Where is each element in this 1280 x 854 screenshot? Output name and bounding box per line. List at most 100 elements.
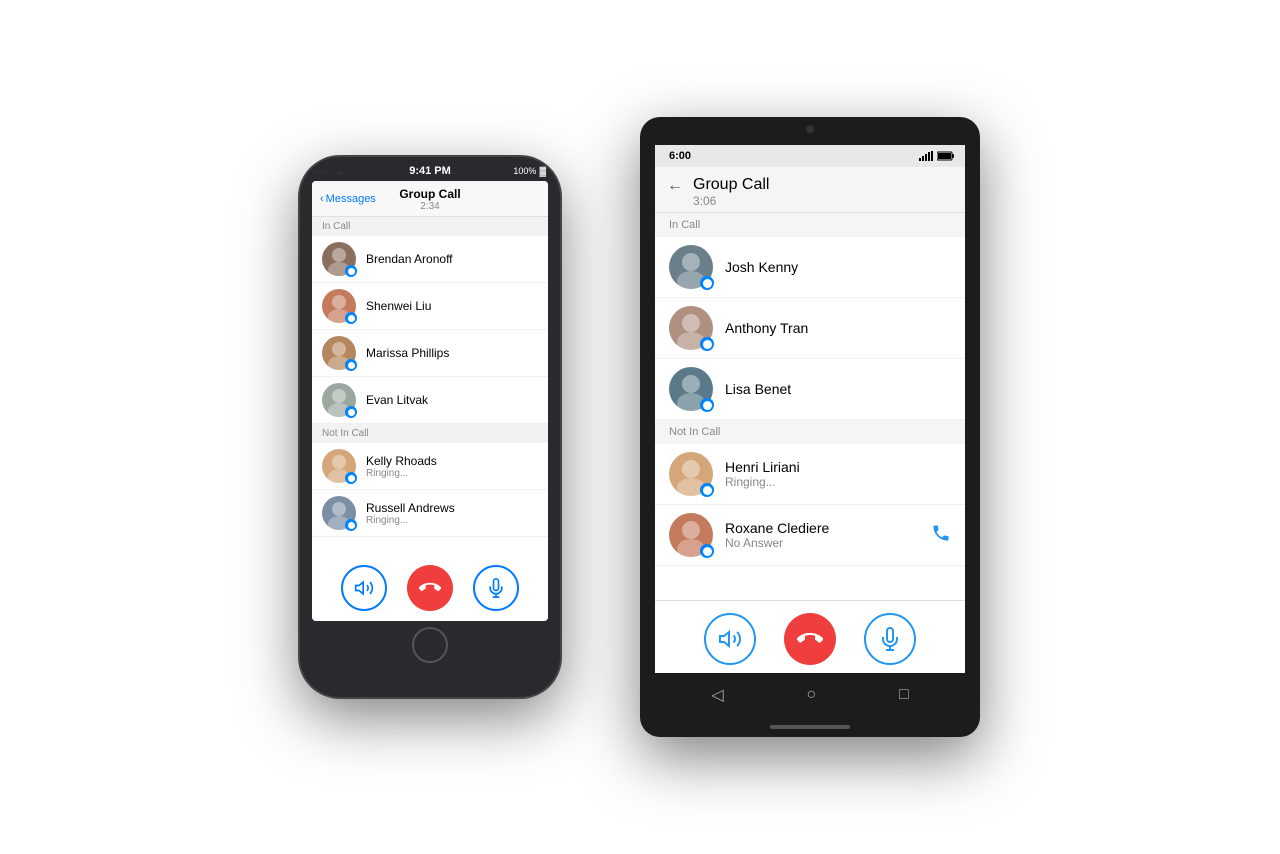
iphone-status-bar: ••••• ☁ 9:41 PM 100% ▓ [300, 157, 560, 181]
android-end-call-button[interactable] [784, 613, 836, 665]
list-item: Kelly Rhoads Ringing... [312, 443, 548, 490]
contact-name: Lisa Benet [725, 381, 791, 397]
list-item: Josh Kenny [655, 237, 965, 298]
contact-status: Ringing... [725, 475, 800, 489]
signal-icon [919, 151, 933, 161]
call-icon[interactable] [931, 523, 951, 548]
messenger-badge [700, 337, 714, 351]
iphone-nav-bar: ‹ Messages Group Call 2:34 [312, 181, 548, 217]
contact-name: Anthony Tran [725, 320, 808, 336]
android-nav-bar: ← Group Call 3:06 [655, 167, 965, 213]
messenger-badge [700, 398, 714, 412]
iphone-signal: ••••• ☁ [314, 167, 345, 176]
contact-name: Russell Andrews [366, 501, 455, 515]
avatar-wrap [669, 306, 713, 350]
android-device: 6:00 ← Group Call 3:06 [640, 117, 980, 737]
iphone-not-in-call-header: Not In Call [312, 424, 548, 443]
messenger-badge [345, 519, 357, 531]
messenger-badge [700, 483, 714, 497]
android-bottom-bar [640, 717, 980, 737]
list-item: Anthony Tran [655, 298, 965, 359]
list-item: Lisa Benet [655, 359, 965, 420]
android-back-button[interactable]: ← [667, 177, 683, 195]
android-back-nav-icon[interactable]: ◁ [711, 685, 723, 705]
contact-name: Josh Kenny [725, 259, 798, 275]
mute-button[interactable] [473, 565, 519, 611]
android-time: 6:00 [669, 150, 691, 162]
speaker-button[interactable] [341, 565, 387, 611]
list-item: Evan Litvak [312, 377, 548, 424]
android-status-bar: 6:00 [655, 145, 965, 167]
iphone-call-controls [312, 551, 548, 621]
avatar-wrap [322, 496, 356, 530]
android-nav-buttons: ◁ ○ □ [640, 673, 980, 717]
iphone-device: ••••• ☁ 9:41 PM 100% ▓ ‹ Messages Group … [300, 157, 560, 697]
list-item: Henri Liriani Ringing... [655, 444, 965, 505]
list-item: Brendan Aronoff [312, 236, 548, 283]
contact-name: Marissa Phillips [366, 346, 449, 360]
contact-name: Henri Liriani [725, 459, 800, 475]
contact-status: Ringing... [366, 515, 455, 526]
android-call-subtitle: 3:06 [693, 194, 769, 208]
battery-icon [937, 151, 955, 161]
contact-name: Roxane Clediere [725, 520, 919, 536]
android-call-controls [655, 600, 965, 673]
list-item: Shenwei Liu [312, 283, 548, 330]
android-mute-button[interactable] [864, 613, 916, 665]
contact-name: Evan Litvak [366, 393, 428, 407]
contact-status: No Answer [725, 536, 919, 550]
messenger-badge [700, 276, 714, 290]
avatar-wrap [322, 383, 356, 417]
contact-info: Kelly Rhoads Ringing... [366, 454, 437, 479]
android-call-info: Group Call 3:06 [693, 175, 769, 208]
iphone-in-call-header: In Call [312, 217, 548, 236]
contact-name: Kelly Rhoads [366, 454, 437, 468]
iphone-battery-text: 100% [513, 166, 536, 176]
android-speaker-button[interactable] [704, 613, 756, 665]
avatar-wrap [669, 367, 713, 411]
contact-info: Henri Liriani Ringing... [725, 459, 800, 489]
avatar-wrap [669, 245, 713, 289]
iphone-time: 9:41 PM [409, 165, 451, 177]
avatar-wrap [322, 449, 356, 483]
messenger-badge [700, 544, 714, 558]
scene: ••••• ☁ 9:41 PM 100% ▓ ‹ Messages Group … [0, 0, 1280, 854]
android-contact-list: In Call Josh Kenny [655, 213, 965, 600]
android-in-call-header: In Call [655, 213, 965, 237]
contact-name: Shenwei Liu [366, 299, 431, 313]
android-not-in-call-header: Not In Call [655, 420, 965, 444]
messenger-badge [345, 406, 357, 418]
avatar-wrap [322, 336, 356, 370]
contact-info: Russell Andrews Ringing... [366, 501, 455, 526]
android-recents-nav-icon[interactable]: □ [899, 686, 909, 704]
end-call-button[interactable] [407, 565, 453, 611]
messenger-badge [345, 312, 357, 324]
iphone-home-button[interactable] [412, 627, 448, 663]
android-screen: 6:00 ← Group Call 3:06 [655, 145, 965, 673]
iphone-back-label: Messages [326, 193, 376, 205]
messenger-badge [345, 265, 357, 277]
android-camera [806, 125, 814, 133]
android-top [640, 117, 980, 145]
avatar-wrap [669, 513, 713, 557]
contact-name: Brendan Aronoff [366, 252, 453, 266]
chevron-left-icon: ‹ [320, 193, 324, 205]
messenger-badge [345, 359, 357, 371]
contact-info: Roxane Clediere No Answer [725, 520, 919, 550]
android-call-title: Group Call [693, 175, 769, 194]
avatar-wrap [322, 242, 356, 276]
list-item: Russell Andrews Ringing... [312, 490, 548, 537]
list-item: Roxane Clediere No Answer [655, 505, 965, 566]
iphone-back-button[interactable]: ‹ Messages [320, 193, 376, 205]
messenger-badge [345, 472, 357, 484]
iphone-screen: ‹ Messages Group Call 2:34 In Call Brend… [312, 181, 548, 621]
list-item: Marissa Phillips [312, 330, 548, 377]
iphone-battery-icon: ▓ [539, 166, 546, 176]
contact-status: Ringing... [366, 468, 437, 479]
avatar-wrap [322, 289, 356, 323]
android-bottom-indicator [770, 725, 850, 729]
iphone-contact-list: In Call Brendan Aronoff [312, 217, 548, 551]
avatar-wrap [669, 452, 713, 496]
android-home-nav-icon[interactable]: ○ [806, 686, 816, 704]
iphone-battery-area: 100% ▓ [513, 166, 546, 176]
